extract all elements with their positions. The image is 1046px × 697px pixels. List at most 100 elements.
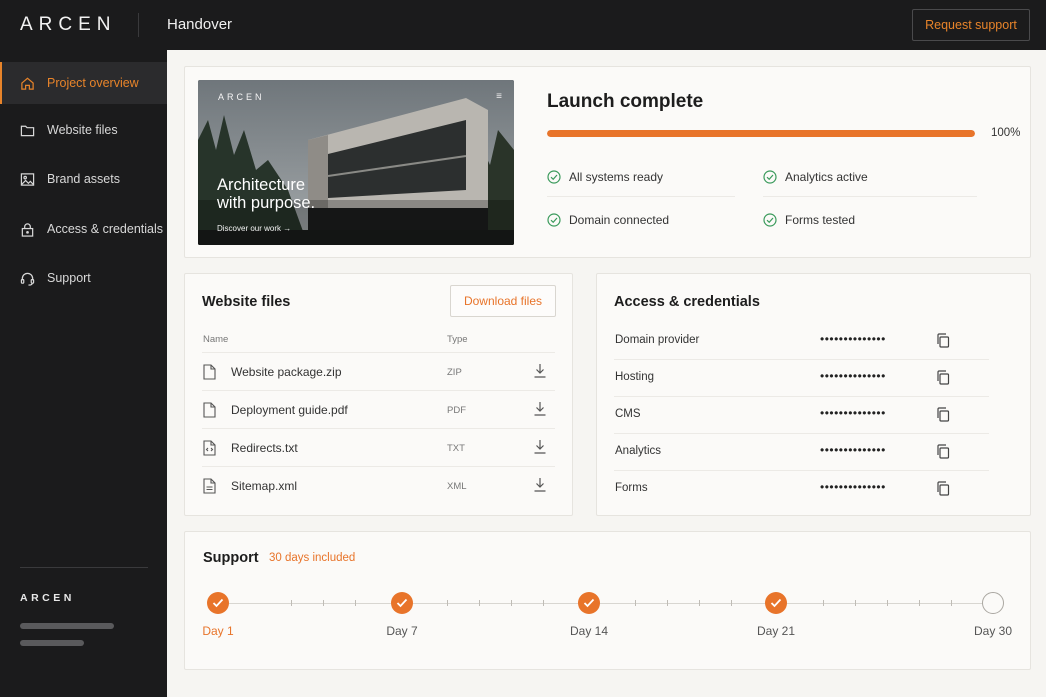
launch-card: ARCEN ≡ Architecture with purpose. Disco… bbox=[184, 66, 1031, 258]
placeholder-line bbox=[20, 640, 84, 646]
download-icon[interactable] bbox=[533, 439, 547, 455]
building-illustration bbox=[198, 80, 514, 245]
milestone-done bbox=[207, 592, 229, 614]
credential-row: Domain provider •••••••••••••• bbox=[614, 323, 989, 360]
progress-bar bbox=[547, 130, 975, 137]
download-files-button[interactable]: Download files bbox=[450, 285, 556, 317]
card-title: Website files bbox=[202, 294, 291, 310]
timeline-tick bbox=[951, 600, 952, 606]
timeline-track bbox=[219, 603, 994, 604]
check-label: All systems ready bbox=[569, 170, 664, 184]
file-icon bbox=[203, 402, 216, 418]
credential-name: Domain provider bbox=[615, 334, 700, 346]
copy-icon[interactable] bbox=[936, 444, 950, 459]
check-circle-icon bbox=[547, 213, 561, 227]
credential-row: CMS •••••••••••••• bbox=[614, 397, 989, 434]
placeholder-line bbox=[20, 623, 114, 629]
check-icon bbox=[396, 598, 408, 608]
credential-row: Forms •••••••••••••• bbox=[614, 471, 989, 508]
main-content: ARCEN ≡ Architecture with purpose. Disco… bbox=[167, 50, 1046, 697]
table-row[interactable]: Website package.zip ZIP bbox=[202, 352, 555, 390]
sidebar-item-website-files[interactable]: Website files bbox=[0, 109, 167, 151]
hero-headline-line: Architecture bbox=[217, 176, 306, 194]
table-row[interactable]: Sitemap.xml XML bbox=[202, 466, 555, 504]
milestone-done bbox=[578, 592, 600, 614]
milestone-pending bbox=[982, 592, 1004, 614]
doc-file-icon bbox=[203, 478, 216, 494]
credential-name: CMS bbox=[615, 408, 641, 420]
credential-name: Analytics bbox=[615, 445, 662, 457]
milestone-done bbox=[391, 592, 413, 614]
sidebar-item-support[interactable]: Support bbox=[0, 257, 167, 299]
file-name: Website package.zip bbox=[231, 365, 342, 379]
sidebar-item-brand-assets[interactable]: Brand assets bbox=[0, 158, 167, 200]
card-title: Access & credentials bbox=[614, 294, 760, 310]
footer-logo: ARCEN bbox=[20, 592, 75, 604]
check-icon bbox=[212, 598, 224, 608]
column-header-name: Name bbox=[203, 334, 229, 345]
timeline-tick bbox=[447, 600, 448, 606]
timeline-tick bbox=[855, 600, 856, 606]
copy-icon[interactable] bbox=[936, 481, 950, 496]
check-item: Forms tested bbox=[763, 209, 855, 231]
download-icon[interactable] bbox=[533, 401, 547, 417]
masked-password: •••••••••••••• bbox=[820, 406, 886, 420]
timeline-tick bbox=[479, 600, 480, 606]
progress-fill bbox=[547, 130, 975, 137]
copy-icon[interactable] bbox=[936, 407, 950, 422]
timeline-tick bbox=[919, 600, 920, 606]
hero-headline: Architecture with purpose. bbox=[217, 176, 315, 212]
support-subtitle: 30 days included bbox=[269, 552, 356, 564]
request-support-button[interactable]: Request support bbox=[912, 9, 1030, 41]
file-name: Redirects.txt bbox=[231, 441, 298, 455]
sidebar-item-project-overview[interactable]: Project overview bbox=[0, 62, 167, 104]
check-label: Domain connected bbox=[569, 213, 670, 227]
milestone-label: Day 30 bbox=[973, 624, 1013, 638]
timeline-tick bbox=[699, 600, 700, 606]
timeline-tick bbox=[635, 600, 636, 606]
credential-name: Hosting bbox=[615, 371, 654, 383]
timeline-tick bbox=[887, 600, 888, 606]
divider bbox=[20, 567, 148, 568]
folder-icon bbox=[19, 122, 35, 138]
table-row[interactable]: Deployment guide.pdf PDF bbox=[202, 390, 555, 428]
check-item: Domain connected bbox=[547, 209, 669, 231]
sidebar-item-access-credentials[interactable]: Access & credentials bbox=[0, 208, 167, 250]
sidebar-item-label: Website files bbox=[47, 123, 118, 137]
check-label: Forms tested bbox=[785, 213, 856, 227]
discover-link[interactable]: Discover our work → bbox=[217, 224, 291, 233]
sidebar-item-label: Access & credentials bbox=[47, 222, 164, 236]
headset-icon bbox=[19, 270, 35, 286]
image-icon bbox=[19, 171, 35, 187]
credential-row: Hosting •••••••••••••• bbox=[614, 360, 989, 397]
sidebar-item-label: Project overview bbox=[47, 76, 139, 90]
website-files-card: Website files Download files Name Type W… bbox=[184, 273, 573, 516]
copy-icon[interactable] bbox=[936, 333, 950, 348]
masked-password: •••••••••••••• bbox=[820, 369, 886, 383]
check-icon bbox=[583, 598, 595, 608]
check-circle-icon bbox=[547, 170, 561, 184]
credential-row: Analytics •••••••••••••• bbox=[614, 434, 989, 471]
support-card: Support 30 days included Day 1 Day 7 Day… bbox=[184, 531, 1031, 670]
copy-icon[interactable] bbox=[936, 370, 950, 385]
hero-headline-line: with purpose. bbox=[217, 194, 316, 212]
milestone-label: Day 21 bbox=[756, 624, 796, 638]
brand-logo[interactable]: ARCEN bbox=[20, 14, 117, 36]
launch-title: Launch complete bbox=[547, 91, 704, 112]
access-credentials-card: Access & credentials Domain provider •••… bbox=[596, 273, 1031, 516]
menu-icon[interactable]: ≡ bbox=[496, 91, 502, 102]
timeline-tick bbox=[323, 600, 324, 606]
check-item: All systems ready bbox=[547, 166, 663, 188]
download-icon[interactable] bbox=[533, 363, 547, 379]
timeline-tick bbox=[355, 600, 356, 606]
table-row[interactable]: Redirects.txt TXT bbox=[202, 428, 555, 466]
divider bbox=[138, 13, 139, 37]
divider bbox=[547, 196, 735, 197]
file-type: TXT bbox=[447, 443, 465, 454]
file-type: PDF bbox=[447, 405, 466, 416]
milestone-label: Day 1 bbox=[202, 624, 234, 638]
hero-logo: ARCEN bbox=[218, 92, 265, 102]
download-icon[interactable] bbox=[533, 477, 547, 493]
check-label: Analytics active bbox=[785, 170, 868, 184]
hero-image[interactable]: ARCEN ≡ Architecture with purpose. Disco… bbox=[198, 80, 514, 245]
